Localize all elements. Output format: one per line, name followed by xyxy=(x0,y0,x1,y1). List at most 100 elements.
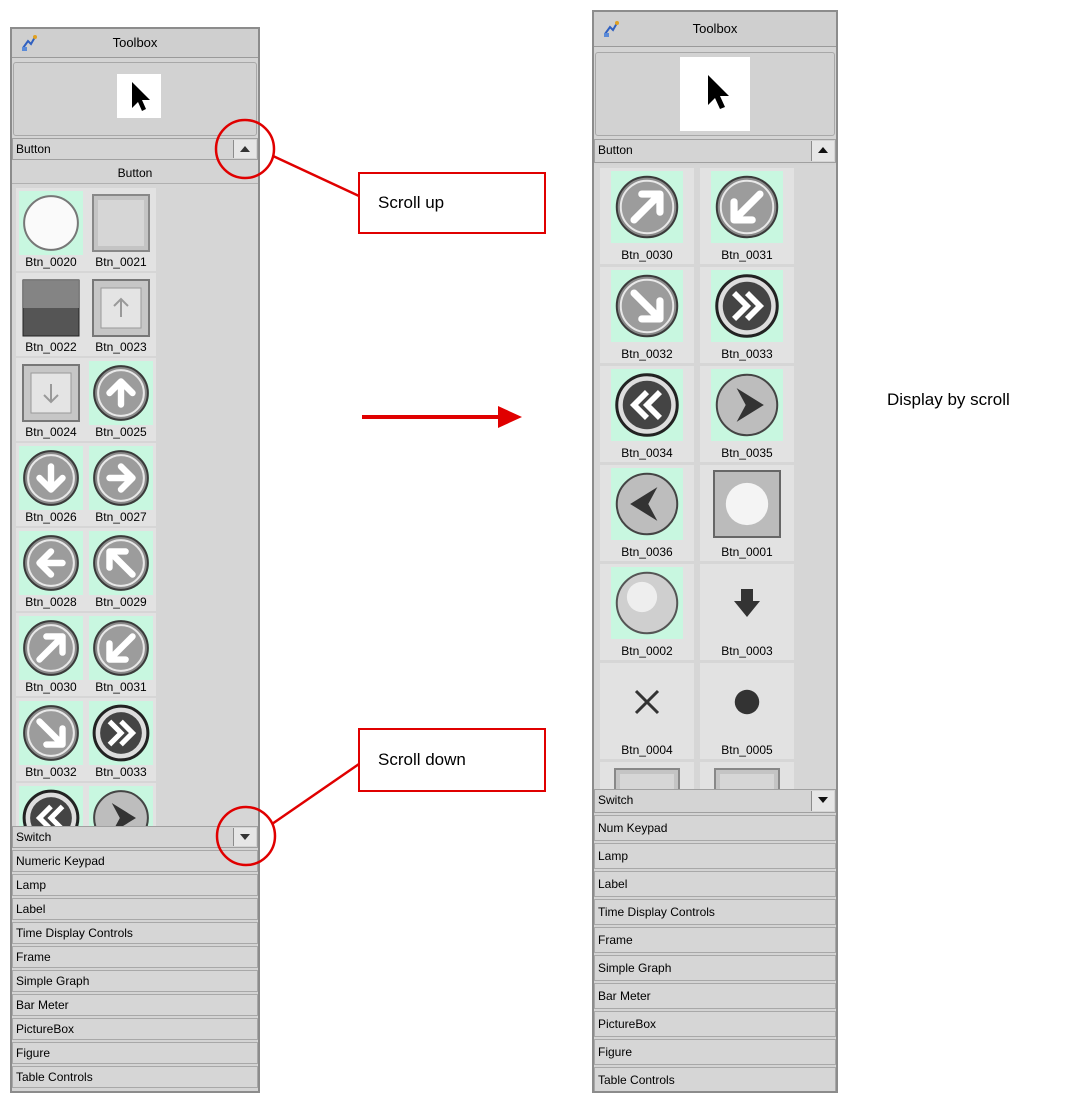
category-item[interactable]: Numeric Keypad xyxy=(12,850,258,872)
button-tool-item[interactable]: Btn_0030 xyxy=(600,168,694,264)
button-tool-item[interactable]: Btn_0032 xyxy=(16,698,86,781)
play-right-circle-icon xyxy=(715,373,779,437)
button-tool-label: Btn_0020 xyxy=(25,255,77,269)
category-switch-header[interactable]: Switch xyxy=(12,826,258,848)
pointer-tool[interactable] xyxy=(680,57,750,131)
right-toolbox: Toolbox Button Btn_0030 Btn_0031 Btn_0032 B… xyxy=(592,10,838,1093)
category-item[interactable]: Simple Graph xyxy=(594,955,836,981)
down-arrow-square-icon xyxy=(22,364,80,422)
category-label: Button xyxy=(16,142,51,156)
category-item[interactable]: Bar Meter xyxy=(12,994,258,1016)
category-button-header[interactable]: Button xyxy=(12,138,258,160)
category-item[interactable]: Simple Graph xyxy=(12,970,258,992)
button-tool-label: Btn_0004 xyxy=(621,743,673,757)
button-tool-item[interactable]: Btn_0026 xyxy=(16,443,86,526)
scroll-down-button[interactable] xyxy=(811,791,834,811)
button-tool-label: Btn_0034 xyxy=(621,446,673,460)
play-right-circle-icon xyxy=(93,790,149,826)
category-item[interactable]: PictureBox xyxy=(12,1018,258,1040)
grey-square-icon xyxy=(92,194,150,252)
button-tool-item[interactable]: Btn_0035 xyxy=(700,366,794,462)
button-tool-label: Btn_0026 xyxy=(25,510,77,524)
button-tool-item[interactable]: Btn_0024 xyxy=(16,358,86,441)
button-tool-item[interactable]: Btn_0021 xyxy=(86,188,156,271)
grey-square-icon xyxy=(614,768,680,789)
button-tool-item[interactable]: Btn_0033 xyxy=(700,267,794,363)
category-item[interactable]: Label xyxy=(594,871,836,897)
button-tool-label: Btn_0031 xyxy=(95,680,147,694)
toolbox-title-bar: Toolbox xyxy=(594,12,836,47)
button-tool-item[interactable]: Btn_0027 xyxy=(86,443,156,526)
category-switch-header[interactable]: Switch xyxy=(594,789,836,813)
cross-icon xyxy=(634,689,660,715)
button-tool-label: Btn_0030 xyxy=(25,680,77,694)
category-item[interactable]: Bar Meter xyxy=(594,983,836,1009)
glow-square-icon xyxy=(713,470,781,538)
button-tool-item[interactable]: Btn_0036 xyxy=(600,465,694,561)
plain-circle-icon xyxy=(615,571,679,635)
button-tool-item[interactable]: Btn_0028 xyxy=(16,528,86,611)
pointer-tool-area[interactable] xyxy=(13,62,257,136)
pointer-tool[interactable] xyxy=(117,74,161,118)
arrow-down-left-circle-icon xyxy=(715,175,779,239)
button-tool-item[interactable]: Btn_0001 xyxy=(700,465,794,561)
category-item[interactable]: Lamp xyxy=(594,843,836,869)
triangle-down-icon xyxy=(818,797,828,803)
category-item[interactable]: PictureBox xyxy=(594,1011,836,1037)
scroll-down-button[interactable] xyxy=(233,828,256,846)
button-tool-item[interactable]: Btn_0031 xyxy=(86,613,156,696)
button-tool-label: Btn_0002 xyxy=(621,644,673,658)
button-tool-item[interactable]: Btn_0005 xyxy=(700,663,794,759)
category-item[interactable]: Time Display Controls xyxy=(594,899,836,925)
button-tool-item[interactable]: Btn_0022 xyxy=(16,273,86,356)
button-tool-item[interactable]: Btn_0023 xyxy=(86,273,156,356)
button-tool-item[interactable]: Btn_0003 xyxy=(700,564,794,660)
button-tool-item[interactable]: Btn_0031 xyxy=(700,168,794,264)
category-item[interactable]: Lamp xyxy=(12,874,258,896)
button-tool-item[interactable] xyxy=(600,762,694,789)
button-tool-item[interactable]: Btn_0030 xyxy=(16,613,86,696)
button-sub-header: Button xyxy=(12,163,258,184)
double-chevron-right-circle-icon xyxy=(92,704,150,762)
display-by-scroll-label: Display by scroll xyxy=(887,390,1010,409)
button-tool-item[interactable]: Btn_0025 xyxy=(86,358,156,441)
gradient-square-icon xyxy=(22,279,80,337)
button-tool-item[interactable] xyxy=(700,762,794,789)
button-tool-item[interactable] xyxy=(16,783,86,826)
button-tool-label: Btn_0033 xyxy=(721,347,773,361)
scroll-down-callout: Scroll down xyxy=(358,728,546,792)
category-item[interactable]: Num Keypad xyxy=(594,815,836,841)
grey-square-icon xyxy=(714,768,780,789)
category-item[interactable]: Label xyxy=(12,898,258,920)
category-item[interactable]: Figure xyxy=(12,1042,258,1064)
toolbox-title-bar: Toolbox xyxy=(12,29,258,58)
button-tool-item[interactable] xyxy=(86,783,156,826)
button-tool-item[interactable]: Btn_0029 xyxy=(86,528,156,611)
button-tool-item[interactable]: Btn_0033 xyxy=(86,698,156,781)
button-tool-label: Btn_0021 xyxy=(95,255,147,269)
double-chevron-left-circle-icon xyxy=(615,373,679,437)
button-tool-item[interactable]: Btn_0020 xyxy=(16,188,86,271)
button-tool-item[interactable]: Btn_0002 xyxy=(600,564,694,660)
button-tool-label: Btn_0032 xyxy=(25,765,77,779)
pointer-tool-area[interactable] xyxy=(595,52,835,136)
scroll-up-button[interactable] xyxy=(233,140,256,158)
category-item[interactable]: Frame xyxy=(12,946,258,968)
category-item[interactable]: Frame xyxy=(594,927,836,953)
arrow-up-right-circle-icon xyxy=(615,175,679,239)
dot-icon xyxy=(734,689,760,715)
button-tool-item[interactable]: Btn_0034 xyxy=(600,366,694,462)
scroll-up-button[interactable] xyxy=(811,141,834,161)
triangle-up-icon xyxy=(818,147,828,153)
scroll-up-leader-line xyxy=(272,154,360,198)
mouse-pointer-icon xyxy=(132,82,150,111)
button-tool-item[interactable]: Btn_0004 xyxy=(600,663,694,759)
scroll-arrow-head xyxy=(498,406,522,428)
button-tool-item[interactable]: Btn_0032 xyxy=(600,267,694,363)
category-item[interactable]: Time Display Controls xyxy=(12,922,258,944)
category-item[interactable]: Table Controls xyxy=(594,1067,836,1091)
category-button-header[interactable]: Button xyxy=(594,139,836,163)
category-item[interactable]: Figure xyxy=(594,1039,836,1065)
category-item[interactable]: Table Controls xyxy=(12,1066,258,1088)
scroll-down-leader-line xyxy=(271,762,360,826)
